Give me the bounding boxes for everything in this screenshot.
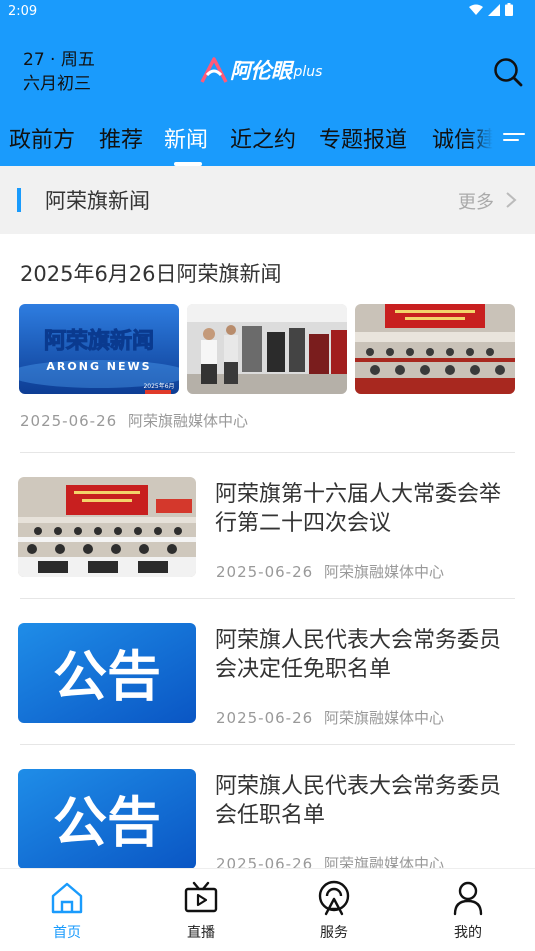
featured-source: 阿荣旗融媒体中心: [127, 412, 248, 430]
status-bar: 2:09: [0, 0, 535, 24]
news-logo-sub: ARONG NEWS: [46, 360, 151, 373]
news-logo-title: 阿荣旗新闻: [44, 328, 154, 354]
featured-image-news-logo[interactable]: 阿荣旗新闻 ARONG NEWS 2025年6月: [19, 304, 179, 394]
search-icon: [494, 58, 523, 87]
logo-text: 阿伦眼: [230, 59, 292, 83]
tab-special-report[interactable]: 专题报道: [319, 122, 407, 154]
nav-service-label: 服务: [320, 925, 348, 941]
header-row: 27 · 周五 六月初三 阿伦眼 plus: [0, 44, 535, 102]
article-date: 2025-06-26: [216, 709, 314, 727]
wifi-icon: [469, 4, 483, 15]
logo-a-icon: [200, 57, 228, 83]
battery-icon: [505, 3, 513, 16]
news-logo-date: 2025年6月: [143, 382, 174, 390]
status-time: 2:09: [8, 4, 38, 19]
tab-recommend[interactable]: 推荐: [99, 122, 143, 154]
divider: [20, 598, 515, 599]
section-title: 阿荣旗新闻: [45, 189, 150, 213]
featured-meta: 2025-06-26 阿荣旗融媒体中心: [20, 410, 248, 431]
article-date: 2025-06-26: [216, 563, 314, 581]
status-icons: [469, 3, 513, 16]
featured-date: 2025-06-26: [20, 412, 118, 430]
article-thumbnail[interactable]: 公告: [18, 769, 196, 869]
list-item[interactable]: 阿荣旗第十六届人大常委会举行第二十四次会议 2025-06-26 阿荣旗融媒体中…: [0, 477, 535, 623]
bottom-nav: 首页 直播 服务 我的: [0, 868, 535, 951]
article-meta: 2025-06-26 阿荣旗融媒体中心: [216, 707, 444, 728]
tab-jinzhiyue[interactable]: 近之约: [230, 122, 296, 154]
more-link[interactable]: 更多: [458, 188, 494, 214]
notice-thumb-text: 公告: [53, 791, 161, 854]
channel-menu-button[interactable]: [502, 130, 526, 150]
signal-icon: [488, 3, 500, 16]
nav-home[interactable]: 首页: [0, 869, 134, 951]
live-tv-icon: [184, 881, 218, 913]
search-button[interactable]: [492, 56, 524, 88]
service-icon: [318, 880, 350, 916]
article-source: 阿荣旗融媒体中心: [323, 709, 444, 727]
article-thumbnail[interactable]: 公告: [18, 623, 196, 723]
nav-live[interactable]: 直播: [134, 869, 268, 951]
nav-live-label: 直播: [187, 925, 215, 941]
home-icon: [51, 882, 83, 914]
date-block: 27 · 周五 六月初三: [23, 48, 95, 96]
top-header: 2:09 27 · 周五 六月初三 阿伦眼 plus 政前方 推荐 新闻 近之约…: [0, 0, 535, 166]
article-meta: 2025-06-26 阿荣旗融媒体中心: [216, 561, 444, 582]
divider: [20, 744, 515, 745]
featured-image-showroom[interactable]: [187, 304, 347, 394]
section-header: 阿荣旗新闻 更多: [0, 166, 535, 234]
featured-title[interactable]: 2025年6月26日阿荣旗新闻: [20, 258, 282, 288]
tab-news[interactable]: 新闻: [164, 122, 208, 154]
article-title[interactable]: 阿荣旗第十六届人大常委会举行第二十四次会议: [215, 480, 515, 538]
date-lunar: 六月初三: [23, 74, 91, 94]
date-weekday: 27 · 周五: [23, 50, 95, 70]
article-title[interactable]: 阿荣旗人民代表大会常务委员会任职名单: [215, 772, 515, 830]
tab-zhengqianfang[interactable]: 政前方: [9, 122, 75, 154]
featured-image-meeting[interactable]: [355, 304, 515, 394]
app-logo: 阿伦眼 plus: [200, 54, 322, 86]
divider: [20, 452, 515, 453]
nav-profile[interactable]: 我的: [401, 869, 535, 951]
notice-thumb-text: 公告: [53, 645, 161, 708]
article-title[interactable]: 阿荣旗人民代表大会常务委员会决定任免职名单: [215, 626, 515, 684]
section-accent: [17, 188, 21, 212]
nav-profile-label: 我的: [454, 925, 482, 941]
nav-service[interactable]: 服务: [267, 869, 401, 951]
list-item[interactable]: 公告 阿荣旗人民代表大会常务委员会决定任免职名单 2025-06-26 阿荣旗融…: [0, 623, 535, 769]
channel-tabs: 政前方 推荐 新闻 近之约 专题报道 诚信建: [0, 114, 535, 166]
article-source: 阿荣旗融媒体中心: [323, 563, 444, 581]
article-thumbnail[interactable]: [18, 477, 196, 577]
chevron-right-icon[interactable]: [505, 191, 517, 209]
logo-plus: plus: [293, 64, 323, 80]
menu-icon: [503, 133, 525, 141]
nav-home-label: 首页: [53, 925, 81, 941]
profile-icon: [453, 881, 483, 916]
